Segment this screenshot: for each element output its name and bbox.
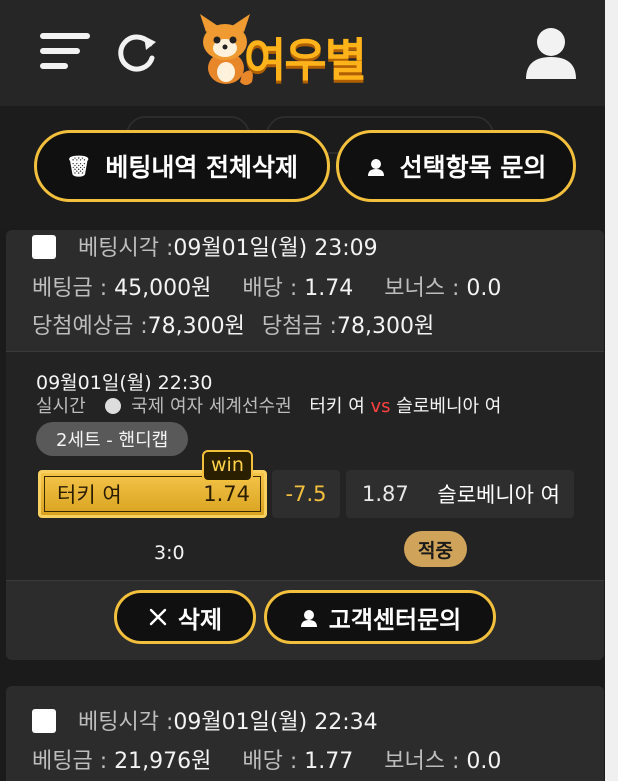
volleyball-icon bbox=[105, 398, 122, 414]
headset-icon bbox=[300, 610, 317, 627]
bet-slip-card: 베팅시각 :09월01일(월) 23:09 베팅금 : 45,000원 배당 :… bbox=[6, 230, 604, 660]
odds-label: 배당 : bbox=[242, 749, 298, 774]
delete-all-history-button[interactable]: 🗑 베팅내역 전체삭제 bbox=[34, 130, 330, 202]
site-logo[interactable]: 여우별 bbox=[196, 14, 410, 92]
bet-amount-row: 베팅금 : 21,976원 배당 : 1.77 보너스 : 0.0 bbox=[32, 743, 501, 775]
away-odds[interactable]: 1.87 슬로베니아 여 bbox=[346, 470, 574, 518]
logo-text: 여우별 bbox=[244, 33, 367, 87]
bonus-label: 보너스 : bbox=[384, 276, 460, 301]
bet-time-value: 09월01일(월) 23:09 bbox=[173, 236, 378, 261]
home-pick-label: 터키 여 bbox=[57, 483, 122, 507]
odds-value: 1.74 bbox=[304, 276, 354, 301]
bet-time-row: 베팅시각 :09월01일(월) 22:34 bbox=[32, 704, 378, 736]
delete-all-label: 베팅내역 전체삭제 bbox=[105, 153, 299, 182]
won-value: 78,300원 bbox=[336, 314, 435, 339]
expected-payout-label: 당첨예상금 : bbox=[32, 314, 148, 339]
league-row: 실시간 국제 여자 세계선수권 터키 여 vs 슬로베니아 여 bbox=[36, 392, 501, 418]
inquire-selected-button[interactable]: 선택항목 문의 bbox=[336, 130, 576, 202]
home-odds-value: 1.74 bbox=[203, 482, 250, 506]
refresh-icon[interactable] bbox=[114, 30, 160, 76]
handicap-line: -7.5 bbox=[272, 470, 340, 518]
league-name: 국제 여자 세계선수권 bbox=[131, 396, 292, 417]
game-type: 실시간 bbox=[36, 396, 86, 417]
away-team: 슬로베니아 여 bbox=[396, 396, 502, 417]
vs-text: vs bbox=[370, 396, 391, 417]
bet-amount-row: 베팅금 : 45,000원 배당 : 1.74 보너스 : 0.0 bbox=[32, 270, 501, 302]
amount-label: 베팅금 : bbox=[32, 749, 108, 774]
odds-label: 배당 : bbox=[242, 276, 298, 301]
bonus-label: 보너스 : bbox=[384, 749, 460, 774]
delete-label: 삭제 bbox=[177, 605, 223, 634]
bet-time-row: 베팅시각 :09월01일(월) 23:09 bbox=[32, 230, 378, 262]
amount-label: 베팅금 : bbox=[32, 276, 108, 301]
expected-payout-value: 78,300원 bbox=[147, 314, 245, 339]
select-checkbox[interactable] bbox=[32, 709, 56, 733]
trash-icon: 🗑 bbox=[65, 154, 92, 178]
final-score: 3:0 bbox=[154, 542, 185, 564]
bet-slip-card: 베팅시각 :09월01일(월) 22:34 베팅금 : 21,976원 배당 :… bbox=[6, 686, 604, 781]
close-icon bbox=[149, 608, 167, 626]
inquire-selected-label: 선택항목 문의 bbox=[399, 153, 547, 182]
win-badge: win bbox=[202, 450, 253, 482]
headset-icon bbox=[367, 159, 384, 176]
top-bar: 여우별 bbox=[0, 0, 605, 106]
delete-button[interactable]: 삭제 bbox=[114, 590, 256, 644]
bet-time-value: 09월01일(월) 22:34 bbox=[173, 710, 378, 735]
market-tag: 2세트 - 핸디캡 bbox=[36, 422, 189, 456]
app-screen: 여우별 🗑 베팅내역 전체삭제 선택항목 문의 베팅시각 :09월01일(월) … bbox=[0, 0, 605, 781]
odds-value: 1.77 bbox=[304, 749, 354, 774]
hamburger-icon[interactable] bbox=[40, 33, 92, 75]
game-time: 09월01일(월) 22:30 bbox=[36, 372, 213, 394]
home-team: 터키 여 bbox=[309, 396, 365, 417]
user-icon[interactable] bbox=[524, 27, 578, 79]
game-detail: 09월01일(월) 22:30 실시간 국제 여자 세계선수권 터키 여 vs … bbox=[6, 351, 604, 581]
result-badge: 적중 bbox=[404, 531, 467, 567]
customer-support-button[interactable]: 고객센터문의 bbox=[264, 590, 496, 644]
away-pick-label: 슬로베니아 여 bbox=[437, 483, 560, 507]
bulk-actions-bar: 🗑 베팅내역 전체삭제 선택항목 문의 bbox=[0, 106, 605, 228]
bonus-value: 0.0 bbox=[466, 749, 502, 774]
bet-time-label: 베팅시각 : bbox=[78, 236, 174, 261]
support-label: 고객센터문의 bbox=[328, 605, 462, 634]
payout-row: 당첨예상금 :78,300원 당첨금 :78,300원 bbox=[32, 308, 434, 340]
bet-time-label: 베팅시각 : bbox=[78, 710, 174, 735]
amount-value: 45,000원 bbox=[114, 276, 212, 301]
select-checkbox[interactable] bbox=[32, 235, 56, 259]
away-odds-value: 1.87 bbox=[362, 482, 409, 506]
won-label: 당첨금 : bbox=[261, 314, 337, 339]
amount-value: 21,976원 bbox=[114, 749, 212, 774]
bonus-value: 0.0 bbox=[466, 276, 502, 301]
